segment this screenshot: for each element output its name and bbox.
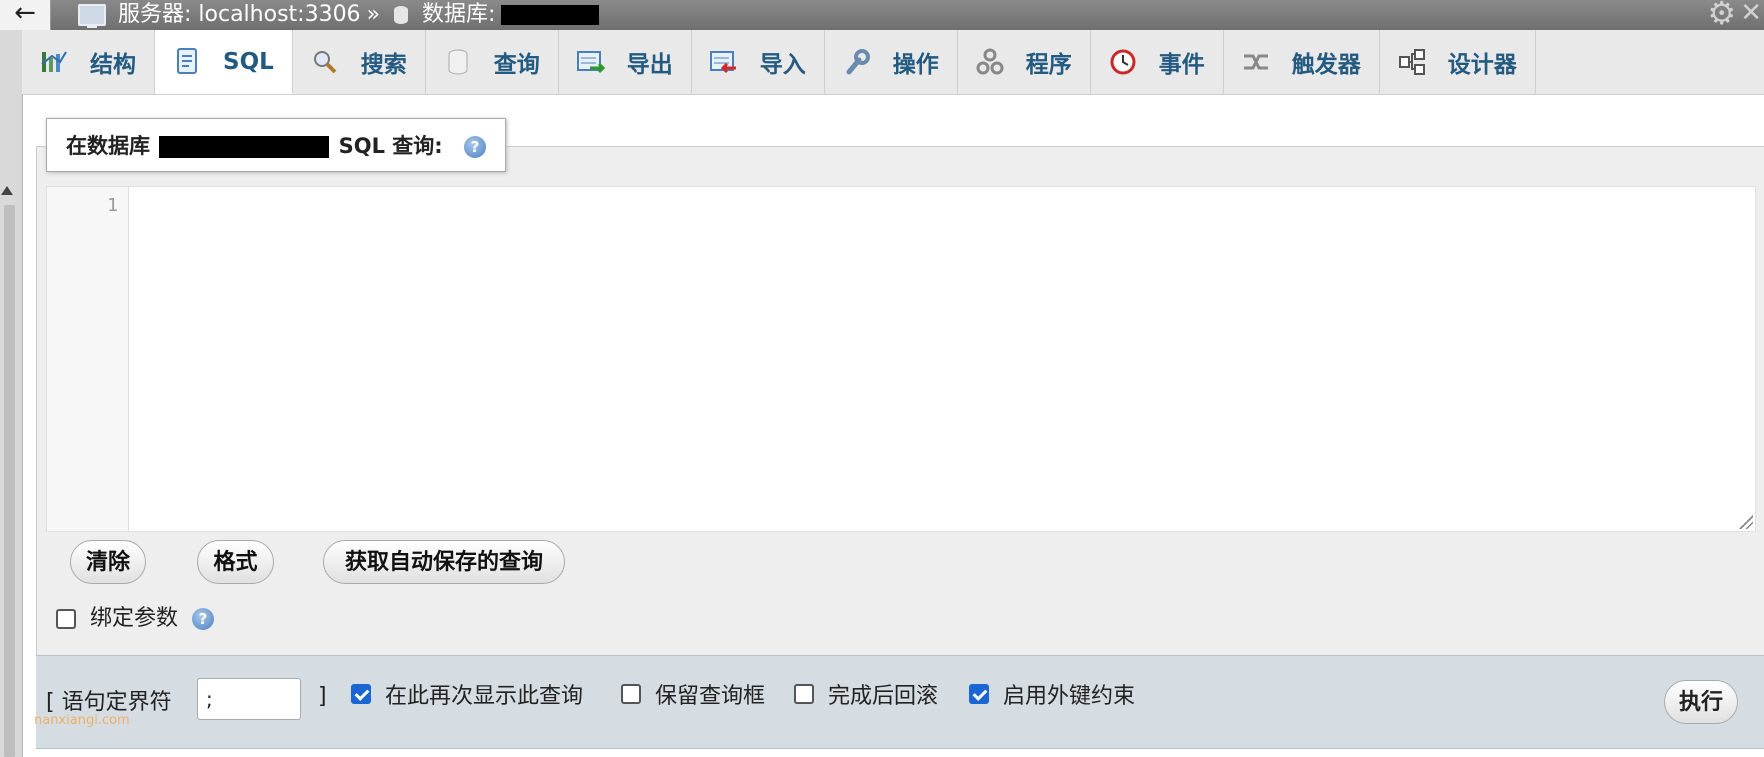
- delimiter-label: [ 语句定界符: [46, 690, 172, 715]
- query-box-legend: 在数据库 SQL 查询: ?: [46, 118, 506, 172]
- redacted-database-name: [501, 5, 600, 25]
- rollback-checkbox[interactable]: [794, 684, 814, 704]
- import-icon: [708, 46, 740, 78]
- option-enable-foreign-keys[interactable]: 启用外键约束: [969, 678, 1135, 710]
- tab-query[interactable]: 查询: [426, 30, 559, 94]
- gear-icon[interactable]: ⚙: [1707, 0, 1736, 29]
- line-number-gutter: 1: [47, 187, 129, 531]
- server-icon: [78, 4, 106, 28]
- line-number: 1: [107, 195, 118, 216]
- breadcrumb-bar: ← 服务器: localhost:3306 » 数据库: ⚙ ✕: [0, 0, 1764, 30]
- sql-icon: [171, 46, 203, 78]
- tab-designer[interactable]: 设计器: [1380, 30, 1536, 94]
- tab-label: 程序: [1025, 52, 1072, 78]
- option-label[interactable]: 在此再次显示此查询: [385, 678, 583, 710]
- show-query-again-checkbox[interactable]: [351, 684, 371, 704]
- left-scroll-area: [0, 0, 23, 757]
- search-icon: [309, 46, 341, 78]
- tab-label: SQL: [223, 48, 274, 75]
- clear-button[interactable]: 清除: [70, 540, 146, 584]
- help-icon[interactable]: ?: [192, 608, 215, 630]
- option-retain-query-box[interactable]: 保留查询框: [621, 678, 765, 710]
- option-label[interactable]: 保留查询框: [655, 678, 765, 710]
- close-icon[interactable]: ✕: [1740, 0, 1762, 28]
- tab-label: 查询: [493, 52, 540, 78]
- retain-query-box-checkbox[interactable]: [621, 684, 641, 704]
- tab-label: 搜索: [360, 52, 407, 78]
- go-button[interactable]: 执行: [1664, 680, 1738, 724]
- tab-label: 操作: [892, 52, 939, 78]
- bind-parameters-label[interactable]: 绑定参数: [90, 605, 178, 633]
- format-button[interactable]: 格式: [197, 540, 274, 584]
- breadcrumb-separator: »: [366, 2, 381, 27]
- delimiter-close-bracket: ]: [318, 684, 327, 709]
- bind-parameters-checkbox[interactable]: [56, 609, 76, 629]
- foreign-keys-checkbox[interactable]: [969, 684, 989, 704]
- database-icon: [394, 6, 409, 24]
- tab-triggers[interactable]: 触发器: [1224, 30, 1380, 94]
- option-show-query-again[interactable]: 在此再次显示此查询: [351, 678, 583, 710]
- option-rollback-when-finished[interactable]: 完成后回滚: [794, 678, 938, 710]
- legend-suffix: SQL 查询:: [338, 134, 443, 158]
- resize-handle[interactable]: [1739, 515, 1753, 529]
- tab-label: 设计器: [1447, 52, 1517, 78]
- breadcrumb: 服务器: localhost:3306 » 数据库:: [78, 0, 600, 30]
- help-icon[interactable]: ?: [464, 136, 487, 158]
- tab-label: 触发器: [1291, 52, 1361, 78]
- triggers-icon: [1240, 46, 1272, 78]
- tab-events[interactable]: 事件: [1091, 30, 1224, 94]
- tab-sql[interactable]: SQL: [155, 30, 293, 94]
- tab-bar: 结构 SQL 搜索 查询 导出 导入 操作 程序 事件 触发器 设计器: [22, 30, 1764, 95]
- redacted-database-name: [159, 136, 330, 158]
- tab-label: 事件: [1158, 52, 1205, 78]
- sql-textarea[interactable]: [137, 195, 1745, 521]
- query-options-footer: [ 语句定界符 ; ] 在此再次显示此查询 保留查询框 完成后回滚 启用外键约束…: [36, 655, 1764, 749]
- tab-import[interactable]: 导入: [692, 30, 825, 94]
- query-icon: [442, 46, 474, 78]
- tab-structure[interactable]: 结构: [22, 30, 155, 94]
- wrench-icon: [841, 46, 873, 78]
- breadcrumb-database[interactable]: 数据库:: [422, 0, 495, 30]
- breadcrumb-server[interactable]: 服务器: localhost:3306: [118, 0, 361, 30]
- tab-search[interactable]: 搜索: [293, 30, 426, 94]
- designer-icon: [1396, 46, 1428, 78]
- sql-editor[interactable]: 1: [46, 186, 1756, 532]
- tab-routines[interactable]: 程序: [958, 30, 1091, 94]
- scroll-up-icon[interactable]: [1, 186, 13, 195]
- legend-prefix: 在数据库: [66, 134, 150, 158]
- tab-label: 导出: [626, 52, 673, 78]
- option-label[interactable]: 完成后回滚: [828, 678, 938, 710]
- delimiter-input[interactable]: ;: [197, 678, 301, 720]
- structure-icon: [38, 46, 70, 78]
- tab-operations[interactable]: 操作: [825, 30, 958, 94]
- routines-icon: [974, 46, 1006, 78]
- watermark: nanxiangi.com: [34, 713, 130, 728]
- option-label[interactable]: 启用外键约束: [1003, 678, 1135, 710]
- back-button[interactable]: ←: [0, 0, 51, 30]
- get-autosaved-query-button[interactable]: 获取自动保存的查询: [323, 540, 565, 584]
- tab-label: 结构: [90, 52, 136, 78]
- scrollbar[interactable]: [4, 205, 15, 757]
- export-icon: [575, 46, 607, 78]
- tab-export[interactable]: 导出: [559, 30, 692, 94]
- tab-label: 导入: [759, 52, 806, 78]
- clock-icon: [1107, 46, 1139, 78]
- bind-parameters-row: 绑定参数 ?: [56, 605, 215, 633]
